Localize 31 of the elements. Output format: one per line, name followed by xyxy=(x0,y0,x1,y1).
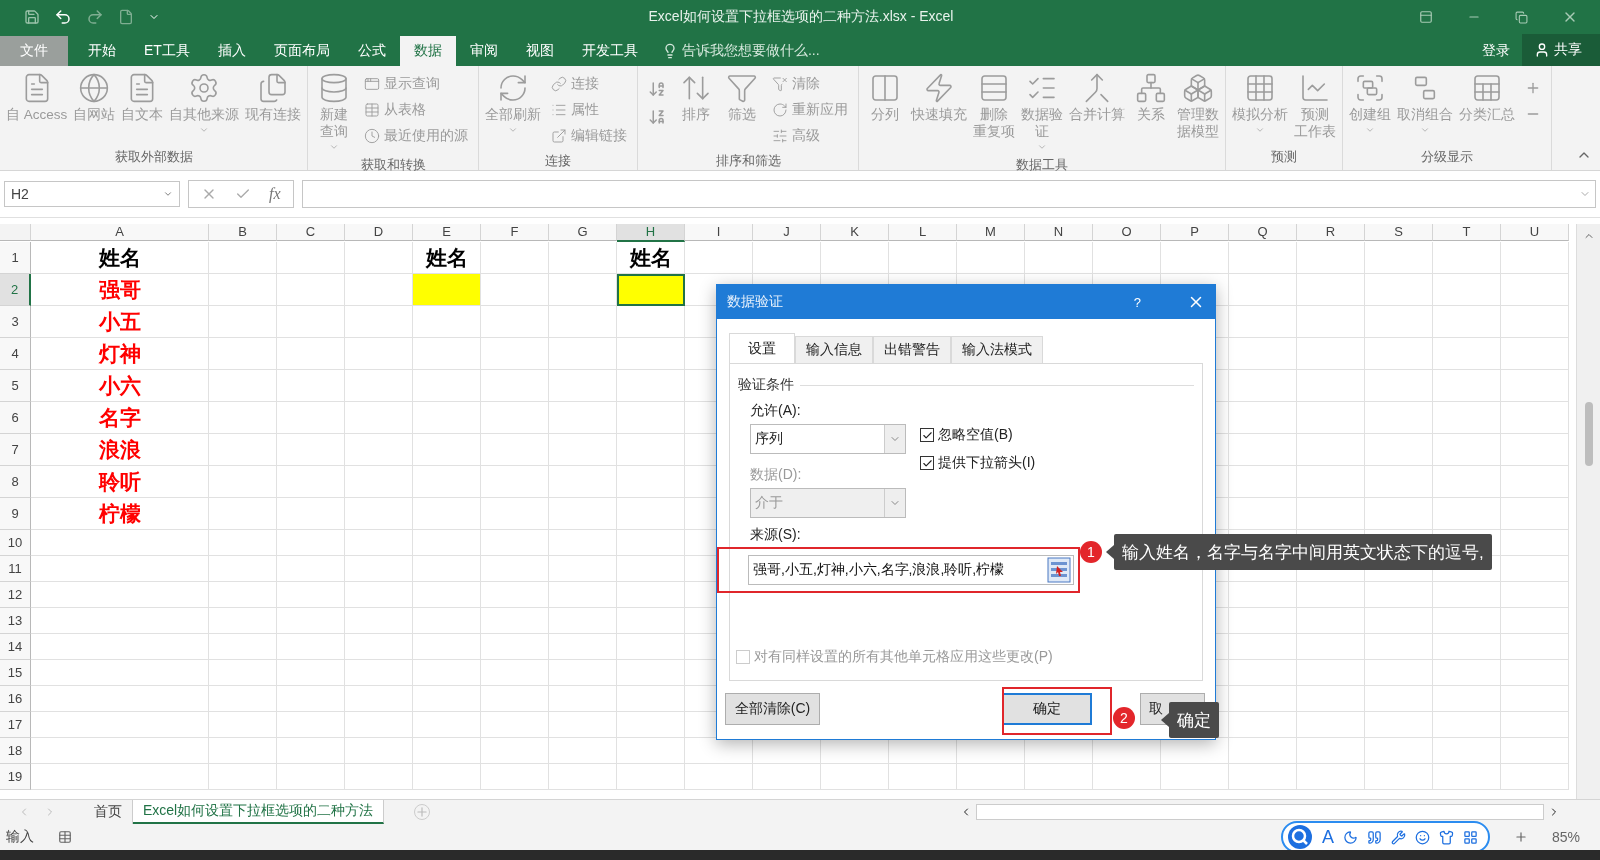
group-title: 分级显示 xyxy=(1420,148,1475,166)
table-cell: 聆听 xyxy=(31,466,209,498)
checkbox-label: 忽略空值(B) xyxy=(938,426,1013,444)
step-marker: 1 xyxy=(1080,541,1102,563)
field-label: 来源(S): xyxy=(750,526,802,544)
group-title: 数据工具 xyxy=(1015,156,1070,174)
table-cell: 浪浪 xyxy=(31,434,209,466)
section-title: 验证条件 xyxy=(738,376,794,394)
checkbox-label: 提供下拉箭头(I) xyxy=(938,454,1036,472)
table-cell: 名字 xyxy=(31,402,209,434)
step-tooltip: 确定 xyxy=(1161,702,1219,738)
step-tooltip: 输入姓名，名字与名字中间用英文状态下的逗号, xyxy=(1106,534,1492,570)
group-title: 获取和转换 xyxy=(359,156,427,174)
table-cell: 柠檬 xyxy=(31,498,209,530)
placeholder-text: 告诉我您想要做什么... xyxy=(681,42,820,60)
window-title: Excel如何设置下拉框选项的二种方法.xlsx - Excel xyxy=(647,8,955,26)
field-label: 数据(D): xyxy=(750,466,803,484)
table-cell: 强哥 xyxy=(31,274,209,306)
group-title: 排序和筛选 xyxy=(714,152,782,170)
field-label: 允许(A): xyxy=(750,402,802,420)
group-title: 连接 xyxy=(544,152,573,170)
dialog-title: 数据验证 xyxy=(727,293,784,311)
table-cell: 小六 xyxy=(31,370,209,402)
table-cell: 灯神 xyxy=(31,338,209,370)
group-title: 预测 xyxy=(1270,148,1299,166)
step-marker: 2 xyxy=(1113,707,1135,729)
checkbox-label: 对有同样设置的所有其他单元格应用这些更改(P) xyxy=(754,648,1053,666)
table-cell: 小五 xyxy=(31,306,209,338)
table-cell: 姓名 xyxy=(31,242,209,274)
group-title: 获取外部数据 xyxy=(113,148,194,166)
status-mode: 输入 xyxy=(6,828,34,846)
